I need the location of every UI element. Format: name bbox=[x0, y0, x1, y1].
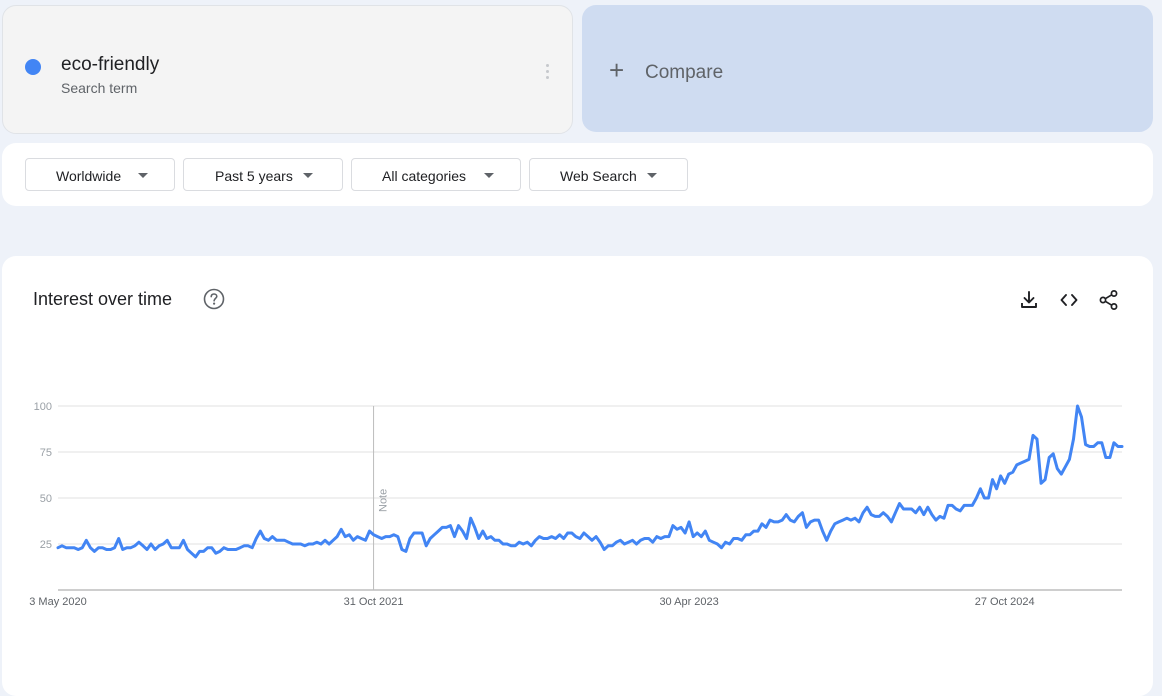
filter-time-range[interactable]: Past 5 years bbox=[183, 158, 343, 191]
x-tick-label: 31 Oct 2021 bbox=[344, 596, 404, 608]
series-line bbox=[56, 404, 1124, 559]
term-color-dot bbox=[25, 59, 41, 75]
caret-down-icon bbox=[647, 173, 657, 178]
interest-chart: 25 50 75 100 3 May 2020 31 Oct 2021 30 Apr 202… bbox=[29, 401, 1124, 608]
y-tick-label: 100 bbox=[34, 401, 52, 413]
more-vert-icon[interactable] bbox=[541, 62, 553, 84]
compare-button[interactable]: + Compare bbox=[582, 5, 1153, 132]
x-tick-label: 27 Oct 2024 bbox=[975, 596, 1035, 608]
y-tick-label: 75 bbox=[40, 447, 52, 459]
interest-over-time-card: Interest over time 25 50 75 100 3 May 2020 31… bbox=[2, 256, 1153, 696]
y-tick-label: 50 bbox=[40, 493, 52, 505]
section-divider bbox=[0, 212, 1162, 232]
search-term-card[interactable]: eco-friendly Search term bbox=[2, 5, 573, 134]
x-tick-label: 3 May 2020 bbox=[29, 596, 86, 608]
y-tick-label: 25 bbox=[40, 539, 52, 551]
filter-search-type-label: Web Search bbox=[560, 168, 637, 184]
filter-category[interactable]: All categories bbox=[351, 158, 521, 191]
note-label: Note bbox=[378, 489, 390, 512]
search-term-type: Search term bbox=[61, 80, 138, 96]
caret-down-icon bbox=[138, 173, 148, 178]
compare-label: Compare bbox=[645, 62, 724, 83]
plus-icon: + bbox=[609, 55, 625, 85]
filter-search-type[interactable]: Web Search bbox=[529, 158, 688, 191]
search-term-name: eco-friendly bbox=[61, 54, 160, 75]
caret-down-icon bbox=[303, 173, 313, 178]
caret-down-icon bbox=[484, 173, 494, 178]
filter-time-range-label: Past 5 years bbox=[215, 168, 293, 184]
filter-region-label: Worldwide bbox=[56, 168, 122, 184]
filter-region[interactable]: Worldwide bbox=[25, 158, 175, 191]
filter-bar: Worldwide Past 5 years All categories We… bbox=[2, 143, 1153, 206]
filter-category-label: All categories bbox=[382, 168, 467, 184]
x-tick-label: 30 Apr 2023 bbox=[659, 596, 718, 608]
